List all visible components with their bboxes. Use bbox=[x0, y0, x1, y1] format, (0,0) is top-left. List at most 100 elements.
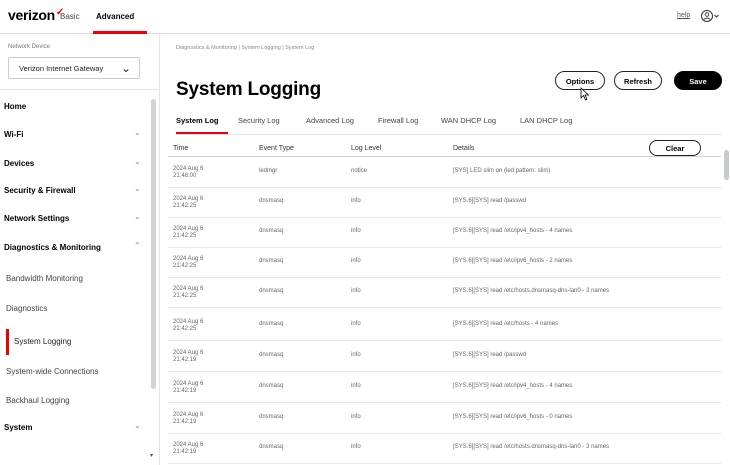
table-row[interactable]: 2024 Aug 6 21:42:19 dnsmasq info [SYS.6][SYS… bbox=[168, 373, 721, 403]
table-row[interactable]: 2024 Aug 6 21:42:25 dnsmasq info [SYS.6][SYS… bbox=[168, 278, 721, 308]
table-row[interactable]: 2024 Aug 6 21:42:25 dnsmasq info [SYS.6][SYS… bbox=[168, 218, 721, 248]
mouse-cursor-icon bbox=[580, 87, 590, 101]
tab-system-log[interactable]: System Log bbox=[176, 116, 219, 125]
tab-basic[interactable]: Basic bbox=[60, 12, 80, 21]
breadcrumb[interactable]: Diagnostics & Monitoring | System Loggin… bbox=[176, 45, 314, 51]
tab-advanced[interactable]: Advanced bbox=[96, 12, 134, 21]
sidebar-item-diagnostics-monitoring[interactable]: Diagnostics & Monitoring ⌃ bbox=[0, 237, 150, 259]
refresh-button[interactable]: Refresh bbox=[614, 71, 662, 90]
sidebar-item-bandwidth-monitoring[interactable]: Bandwidth Monitoring bbox=[0, 268, 150, 290]
cell-time: 2024 Aug 6 21:42:25 bbox=[173, 256, 204, 269]
cell-event-type: dnsmasq bbox=[259, 258, 284, 264]
main-scrollbar[interactable] bbox=[724, 150, 729, 180]
cell-log-level: info bbox=[351, 258, 361, 264]
cell-event-type: dnsmasq bbox=[259, 352, 284, 358]
cell-details: [SYS.6][SYS] read /passwd bbox=[453, 352, 527, 358]
chevron-down-icon: ⌄ bbox=[134, 184, 141, 193]
sidebar-item-label: System-wide Connections bbox=[6, 367, 99, 376]
tab-security-log[interactable]: Security Log bbox=[238, 116, 280, 125]
top-bar: verizon✓ Basic Advanced help bbox=[0, 0, 730, 34]
sidebar-item-system-logging[interactable]: System Logging bbox=[0, 331, 150, 353]
save-button[interactable]: Save bbox=[674, 71, 722, 90]
cell-time: 2024 Aug 6 21:42:25 bbox=[173, 196, 204, 209]
table-row[interactable]: 2024 Aug 6 21:42:25 dnsmasq info [SYS.6][SYS… bbox=[168, 248, 721, 278]
sidebar-item-home[interactable]: Home bbox=[0, 96, 150, 118]
network-device-value: Verizon Internet Gateway bbox=[19, 64, 104, 73]
cell-log-level: info bbox=[351, 198, 361, 204]
sidebar-item-system-wide-connections[interactable]: System-wide Connections bbox=[0, 361, 150, 383]
cell-event-type: dnsmasq bbox=[259, 198, 284, 204]
sidebar: Network Device Verizon Internet Gateway … bbox=[0, 34, 160, 465]
clear-button[interactable]: Clear bbox=[649, 140, 701, 156]
sidebar-item-backhaul-logging[interactable]: Backhaul Logging bbox=[0, 390, 150, 412]
scroll-down-icon[interactable]: ▾ bbox=[150, 452, 153, 459]
sidebar-item-label: Backhaul Logging bbox=[6, 396, 70, 405]
sidebar-item-diagnostics[interactable]: Diagnostics bbox=[0, 298, 150, 320]
cell-event-type: dnsmasq bbox=[259, 383, 284, 389]
sidebar-item-label: System bbox=[4, 423, 33, 432]
network-device-select[interactable]: Verizon Internet Gateway ⌄ bbox=[8, 57, 140, 79]
sidebar-item-label: Network Settings bbox=[4, 214, 70, 223]
help-link[interactable]: help bbox=[677, 12, 690, 19]
sidebar-item-label: Diagnostics bbox=[6, 304, 48, 313]
cell-log-level: info bbox=[351, 383, 361, 389]
cell-event-type: dnsmasq bbox=[259, 444, 284, 450]
network-device-label: Network Device bbox=[8, 44, 51, 50]
cell-time: 2024 Aug 6 21:48:00 bbox=[173, 166, 204, 179]
log-table: Time Event Type Log Level Details Clear … bbox=[168, 138, 721, 465]
sidebar-item-wifi[interactable]: Wi-Fi ⌄ bbox=[0, 124, 150, 146]
cell-details: [SYS.6][SYS] read /passwd bbox=[453, 198, 527, 204]
tab-wan-dhcp-log[interactable]: WAN DHCP Log bbox=[441, 116, 496, 125]
cell-details: [SYS] LED slim on (led pattern: slim) bbox=[453, 168, 551, 174]
sidebar-item-label: Wi-Fi bbox=[4, 130, 24, 139]
sidebar-item-label: Diagnostics & Monitoring bbox=[4, 243, 101, 252]
sidebar-scrollbar[interactable] bbox=[151, 99, 156, 389]
table-row[interactable]: 2024 Aug 6 21:42:25 dnsmasq info [SYS.6][SYS… bbox=[168, 311, 721, 341]
cell-log-level: info bbox=[351, 228, 361, 234]
cell-time: 2024 Aug 6 21:42:19 bbox=[173, 442, 204, 455]
cell-details: [SYS.6][SYS] read /etc/ipv4_hosts - 4 na… bbox=[453, 383, 573, 389]
cell-details: [SYS.6][SYS] read /etc/ipv4_hosts - 4 na… bbox=[453, 228, 573, 234]
chevron-down-icon: ⌄ bbox=[120, 61, 131, 75]
tabs-divider bbox=[176, 134, 721, 135]
cell-time: 2024 Aug 6 21:42:19 bbox=[173, 381, 204, 394]
sidebar-item-devices[interactable]: Devices ⌄ bbox=[0, 153, 150, 175]
table-row[interactable]: 2024 Aug 6 21:42:19 dnsmasq info [SYS.6][SYS… bbox=[168, 404, 721, 434]
column-header-details[interactable]: Details bbox=[453, 145, 474, 152]
sidebar-divider bbox=[0, 89, 159, 90]
cell-log-level: info bbox=[351, 352, 361, 358]
verizon-logo[interactable]: verizon✓ bbox=[8, 7, 64, 23]
table-row[interactable]: 2024 Aug 6 21:42:25 dnsmasq info [SYS.6][SYS… bbox=[168, 188, 721, 218]
cell-details: [SYS.6][SYS] read /etc/hosts.dnsmasq-dns… bbox=[453, 444, 610, 450]
chevron-down-icon: ⌄ bbox=[134, 212, 141, 221]
cell-log-level: notice bbox=[351, 168, 368, 174]
column-header-event-type[interactable]: Event Type bbox=[259, 145, 294, 152]
cell-log-level: info bbox=[351, 288, 361, 294]
tab-lan-dhcp-log[interactable]: LAN DHCP Log bbox=[520, 116, 572, 125]
chevron-up-icon: ⌃ bbox=[134, 241, 141, 250]
sidebar-item-network-settings[interactable]: Network Settings ⌄ bbox=[0, 208, 150, 230]
cell-event-type: dnsmasq bbox=[259, 228, 284, 234]
cell-log-level: info bbox=[351, 414, 361, 420]
sidebar-item-label: Bandwidth Monitoring bbox=[6, 274, 83, 283]
tab-advanced-log[interactable]: Advanced Log bbox=[306, 116, 354, 125]
sidebar-item-security-firewall[interactable]: Security & Firewall ⌄ bbox=[0, 180, 150, 202]
cell-log-level: info bbox=[351, 321, 361, 327]
table-row[interactable]: 2024 Aug 6 21:42:19 dnsmasq info [SYS.6][SYS… bbox=[168, 434, 721, 464]
cell-details: [SYS.6][SYS] read /etc/ipv6_hosts - 0 na… bbox=[453, 414, 573, 420]
user-circle-icon[interactable] bbox=[700, 9, 720, 23]
cell-event-type: dnsmasq bbox=[259, 288, 284, 294]
column-header-time[interactable]: Time bbox=[173, 145, 188, 152]
table-row[interactable]: 2024 Aug 6 21:48:00 ledmgr notice [SYS] LED … bbox=[168, 158, 721, 188]
sidebar-item-label: System Logging bbox=[14, 337, 72, 346]
tab-firewall-log[interactable]: Firewall Log bbox=[378, 116, 418, 125]
sidebar-item-label: Home bbox=[4, 102, 27, 111]
column-header-log-level[interactable]: Log Level bbox=[351, 145, 381, 152]
cell-time: 2024 Aug 6 21:42:19 bbox=[173, 350, 204, 363]
cell-details: [SYS.6][SYS] read /etc/hosts.dnsmasq-dns… bbox=[453, 288, 610, 294]
cell-time: 2024 Aug 6 21:42:19 bbox=[173, 412, 204, 425]
chevron-down-icon: ⌄ bbox=[134, 157, 141, 166]
cell-event-type: dnsmasq bbox=[259, 321, 284, 327]
sidebar-item-system[interactable]: System ⌄ bbox=[0, 417, 150, 439]
table-row[interactable]: 2024 Aug 6 21:42:19 dnsmasq info [SYS.6][SYS… bbox=[168, 342, 721, 372]
